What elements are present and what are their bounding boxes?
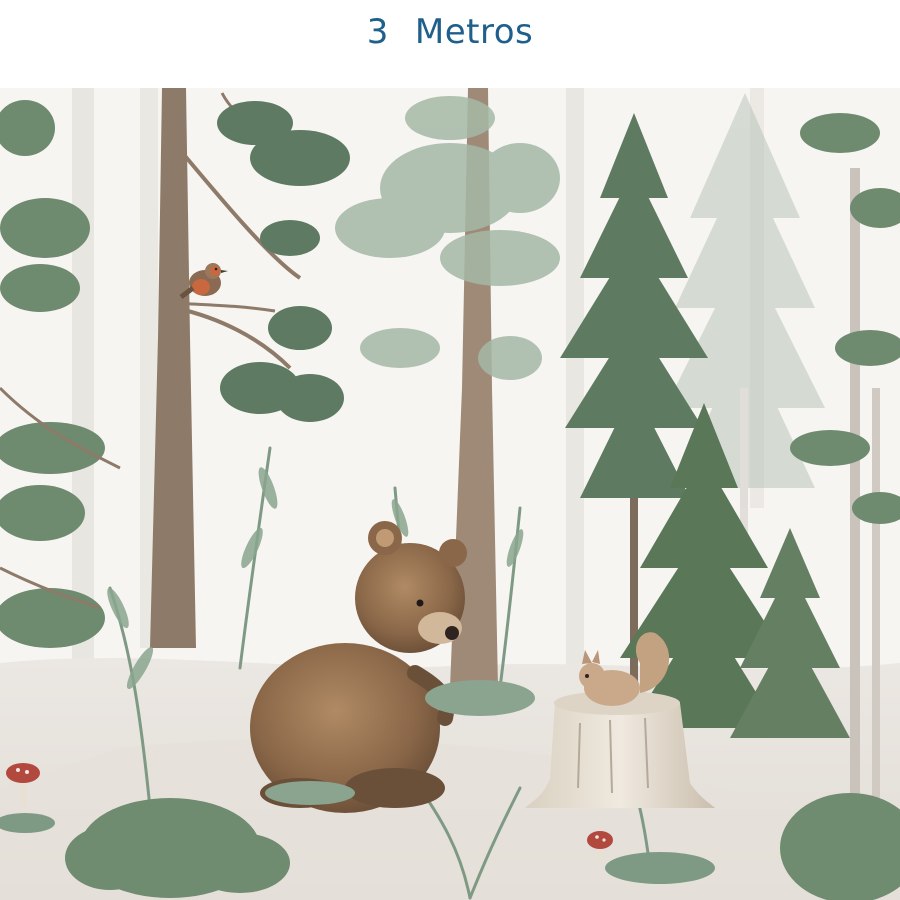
length-unit: Metros xyxy=(414,12,534,52)
page-title: 3 Metros xyxy=(367,12,533,52)
forest-illustration xyxy=(0,88,900,900)
forest-scene-svg xyxy=(0,88,900,900)
header: 3 Metros xyxy=(0,0,900,88)
length-number: 3 xyxy=(366,12,389,52)
